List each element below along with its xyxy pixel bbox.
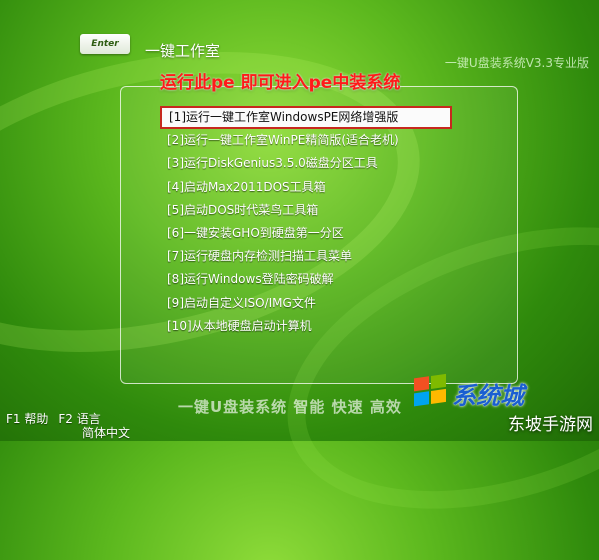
footer-banner: 一键U盘装系统 智能 快速 高效 <box>178 398 402 416</box>
menu-item-6[interactable]: [6]一键安装GHO到硬盘第一分区 <box>160 222 460 245</box>
version-label: 一键U盘装系统V3.3专业版 <box>444 56 589 70</box>
menu-item-4[interactable]: [4]启动Max2011DOS工具箱 <box>160 176 460 199</box>
f1-help-key[interactable]: F1 帮助 <box>6 412 48 426</box>
menu-item-8[interactable]: [8]运行Windows登陆密码破解 <box>160 268 460 291</box>
function-keys: F1 帮助 F2 语言 简体中文 <box>6 412 130 440</box>
f2-language-key[interactable]: F2 语言 <box>58 412 100 426</box>
language-value: 简体中文 <box>82 426 131 440</box>
menu-item-2[interactable]: [2]运行一键工作室WinPE精简版(适合老机) <box>160 129 460 152</box>
menu-item-3[interactable]: [3]运行DiskGenius3.5.0磁盘分区工具 <box>160 152 460 175</box>
enter-key-logo: Enter <box>80 34 130 54</box>
menu-item-10[interactable]: [10]从本地硬盘启动计算机 <box>160 315 460 338</box>
logo-text: Enter <box>91 39 119 49</box>
boot-menu: [1]运行一键工作室WindowsPE网络增强版 [2]运行一键工作室WinPE… <box>160 106 460 338</box>
annotation-hint: 运行此pe 即可进入pe中装系统 <box>160 73 401 93</box>
menu-item-5[interactable]: [5]启动DOS时代菜鸟工具箱 <box>160 199 460 222</box>
menu-item-9[interactable]: [9]启动自定义ISO/IMG文件 <box>160 292 460 315</box>
windows-logo-icon <box>414 373 448 409</box>
brand-title: 一键工作室 <box>145 42 221 60</box>
site-logo-text: 系统城 <box>452 382 524 410</box>
watermark: 东坡手游网 <box>508 415 593 435</box>
menu-item-1[interactable]: [1]运行一键工作室WindowsPE网络增强版 <box>160 106 452 130</box>
menu-item-7[interactable]: [7]运行硬盘内存检测扫描工具菜单 <box>160 245 460 268</box>
